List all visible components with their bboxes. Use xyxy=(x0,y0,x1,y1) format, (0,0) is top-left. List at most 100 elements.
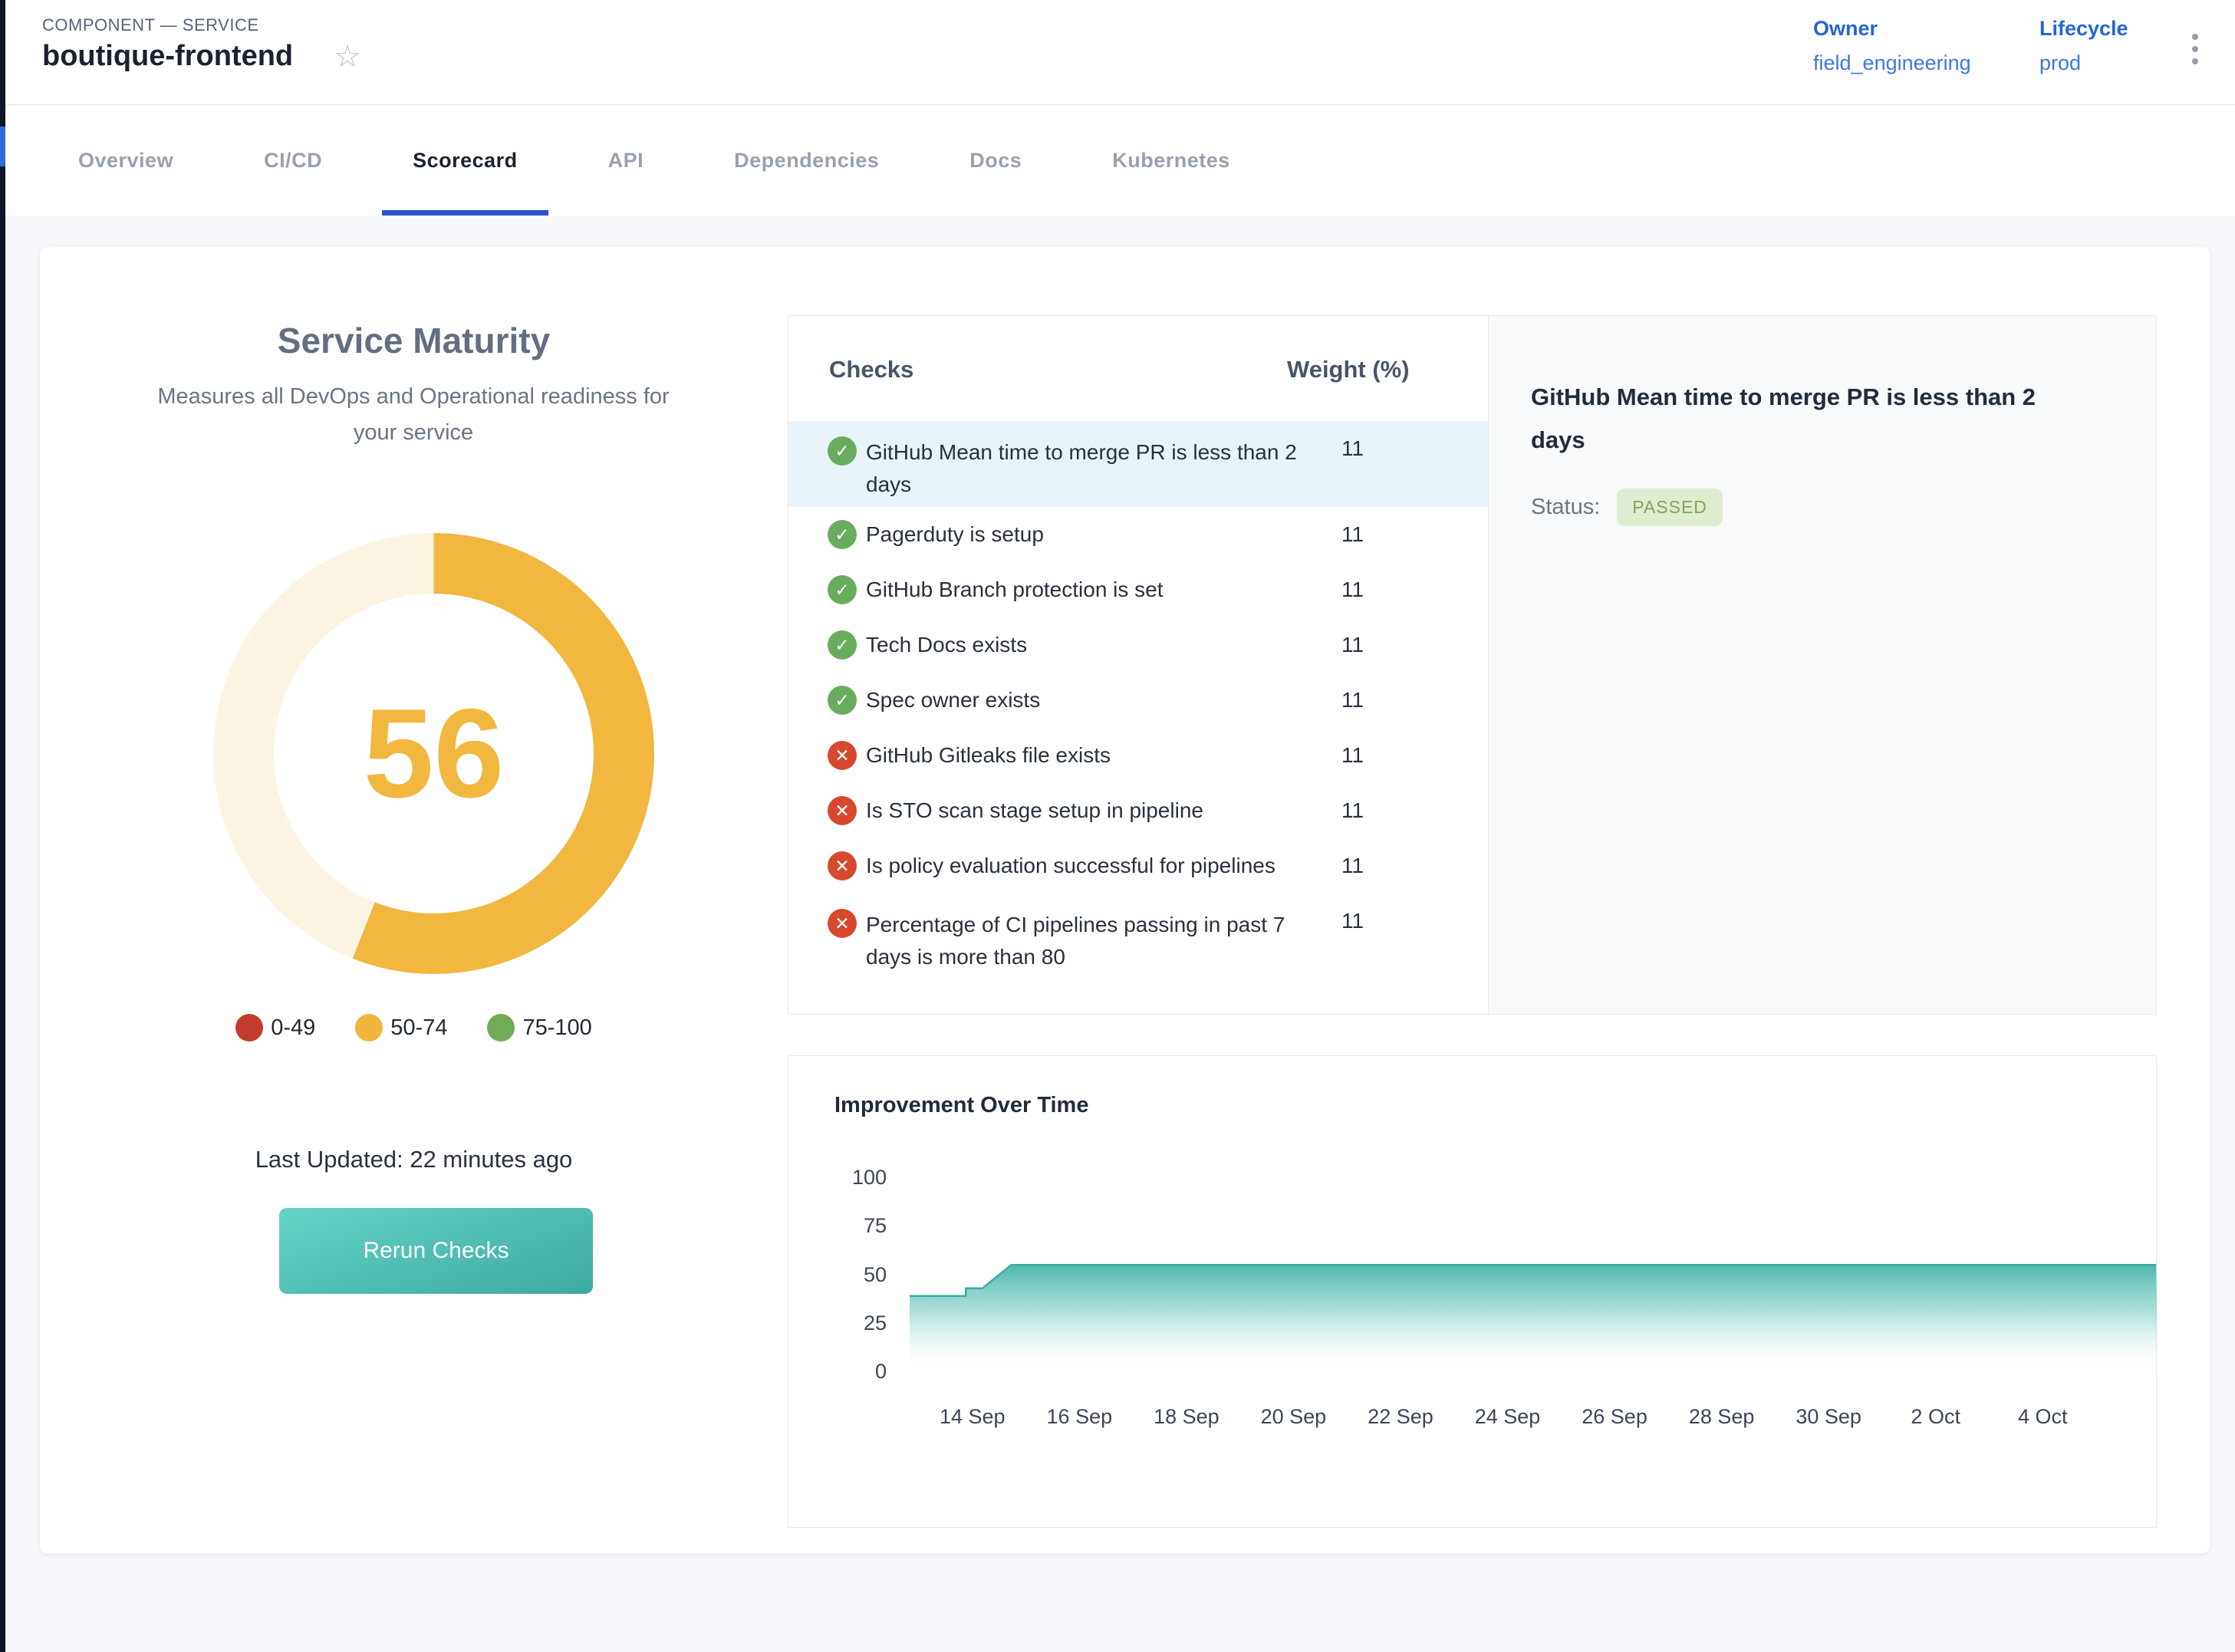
tab-scorecard[interactable]: Scorecard xyxy=(413,106,518,216)
check-row[interactable]: Is STO scan stage setup in pipeline 11 xyxy=(788,783,1488,838)
maturity-subtitle: Measures all DevOps and Operational read… xyxy=(133,379,693,451)
check-weight: 11 xyxy=(1341,798,1364,823)
check-label: Tech Docs exists xyxy=(866,629,1326,661)
check-weight: 11 xyxy=(1341,633,1364,657)
last-updated-text: Last Updated: 22 minutes ago xyxy=(40,1146,788,1173)
tab-bar: Overview CI/CD Scorecard API Dependencie… xyxy=(5,106,2235,216)
check-row[interactable]: Tech Docs exists 11 xyxy=(788,617,1488,673)
check-label: Spec owner exists xyxy=(866,684,1326,716)
maturity-donut-chart: 56 xyxy=(213,533,654,974)
check-status-icon xyxy=(828,851,857,880)
maturity-panel: Service Maturity Measures all DevOps and… xyxy=(40,247,788,1553)
x-tick-label: 20 Sep xyxy=(1240,1405,1348,1429)
tab-kubernetes[interactable]: Kubernetes xyxy=(1112,106,1230,216)
status-badge: PASSED xyxy=(1617,489,1723,526)
legend-item: 75-100 xyxy=(487,1014,591,1042)
check-status-icon xyxy=(828,520,857,549)
y-tick-label: 25 xyxy=(819,1311,887,1335)
check-weight: 11 xyxy=(1341,522,1364,547)
check-row[interactable]: Is policy evaluation successful for pipe… xyxy=(788,838,1488,893)
check-status-icon xyxy=(828,741,857,770)
owner-value-link[interactable]: field_engineering xyxy=(1813,51,2005,75)
breadcrumb: COMPONENT — SERVICE xyxy=(42,15,259,35)
x-tick-label: 18 Sep xyxy=(1133,1405,1240,1429)
scorecard-card: Service Maturity Measures all DevOps and… xyxy=(40,247,2210,1553)
legend-label: 50-74 xyxy=(390,1015,447,1041)
check-row[interactable]: GitHub Gitleaks file exists 11 xyxy=(788,728,1488,783)
legend-dot-icon xyxy=(235,1014,263,1042)
check-label: Is STO scan stage setup in pipeline xyxy=(866,795,1326,827)
check-row[interactable]: GitHub Mean time to merge PR is less tha… xyxy=(788,421,1488,507)
check-label: GitHub Mean time to merge PR is less tha… xyxy=(866,436,1326,501)
area-series xyxy=(910,1265,2158,1374)
check-status-icon xyxy=(828,630,857,660)
status-label: Status: xyxy=(1531,495,1600,520)
check-label: Pagerduty is setup xyxy=(866,518,1326,551)
y-tick-label: 100 xyxy=(819,1166,887,1190)
check-weight: 11 xyxy=(1341,436,1364,461)
lifecycle-label: Lifecycle xyxy=(2039,17,2170,41)
x-axis-ticks: 14 Sep 16 Sep 18 Sep 20 Sep 22 Sep 24 Se… xyxy=(919,1405,2096,1429)
lifecycle-block: Lifecycle prod xyxy=(2039,17,2170,75)
kebab-menu-icon[interactable] xyxy=(2187,29,2203,69)
check-label: Is policy evaluation successful for pipe… xyxy=(866,850,1326,882)
owner-label: Owner xyxy=(1813,17,2005,41)
x-tick-label: 4 Oct xyxy=(1989,1405,2096,1429)
check-status-icon xyxy=(828,909,857,938)
check-weight: 11 xyxy=(1341,688,1364,712)
check-row[interactable]: Percentage of CI pipelines passing in pa… xyxy=(788,893,1488,979)
area-chart xyxy=(910,1133,2158,1374)
check-weight: 11 xyxy=(1341,854,1364,878)
status-row: Status: PASSED xyxy=(1531,489,1723,526)
y-tick-label: 75 xyxy=(819,1214,887,1238)
x-tick-label: 26 Sep xyxy=(1561,1405,1668,1429)
donut-hole: 56 xyxy=(274,594,594,913)
x-tick-label: 22 Sep xyxy=(1347,1405,1454,1429)
y-tick-label: 0 xyxy=(819,1360,887,1384)
tab-dependencies[interactable]: Dependencies xyxy=(734,106,879,216)
checks-rows: GitHub Mean time to merge PR is less tha… xyxy=(788,421,1488,979)
owner-block: Owner field_engineering xyxy=(1813,17,2005,75)
check-label: Percentage of CI pipelines passing in pa… xyxy=(866,909,1326,973)
check-status-icon xyxy=(828,796,857,825)
check-row[interactable]: Pagerduty is setup 11 xyxy=(788,507,1488,562)
legend-label: 75-100 xyxy=(522,1015,591,1041)
favorite-star-icon[interactable]: ☆ xyxy=(334,41,361,72)
checks-column-header: Checks xyxy=(829,356,913,383)
y-tick-label: 50 xyxy=(819,1263,887,1287)
tab-overview[interactable]: Overview xyxy=(78,106,173,216)
checks-panel: Checks Weight (%) GitHub Mean time to me… xyxy=(788,315,2157,1015)
x-tick-label: 24 Sep xyxy=(1454,1405,1562,1429)
collapsed-sidenav xyxy=(0,0,5,1652)
weight-column-header: Weight (%) xyxy=(1287,356,1410,383)
chart-title: Improvement Over Time xyxy=(834,1093,1088,1118)
legend-dot-icon xyxy=(355,1014,383,1042)
x-tick-label: 14 Sep xyxy=(919,1405,1026,1429)
rerun-checks-button[interactable]: Rerun Checks xyxy=(279,1208,593,1294)
check-detail-panel: GitHub Mean time to merge PR is less tha… xyxy=(1489,316,2156,1014)
check-status-icon xyxy=(828,436,857,466)
check-row[interactable]: Spec owner exists 11 xyxy=(788,673,1488,728)
check-label: GitHub Branch protection is set xyxy=(866,574,1326,606)
x-tick-label: 2 Oct xyxy=(1882,1405,1990,1429)
tab-cicd[interactable]: CI/CD xyxy=(264,106,322,216)
check-row[interactable]: GitHub Branch protection is set 11 xyxy=(788,562,1488,617)
check-detail-title: GitHub Mean time to merge PR is less tha… xyxy=(1531,376,2091,462)
maturity-title: Service Maturity xyxy=(40,320,788,361)
checks-list: Checks Weight (%) GitHub Mean time to me… xyxy=(788,316,1489,1014)
page-title: boutique-frontend xyxy=(42,40,293,73)
check-status-icon xyxy=(828,686,857,715)
sidenav-active-indicator xyxy=(0,127,5,166)
maturity-score: 56 xyxy=(364,681,505,826)
page-header: COMPONENT — SERVICE boutique-frontend ☆ … xyxy=(5,0,2235,105)
check-weight: 11 xyxy=(1341,909,1364,933)
legend-item: 0-49 xyxy=(235,1014,315,1042)
score-legend: 0-49 50-74 75-100 xyxy=(40,1014,788,1042)
lifecycle-value: prod xyxy=(2039,51,2170,75)
content-area: Service Maturity Measures all DevOps and… xyxy=(5,216,2235,1652)
checks-table-header: Checks Weight (%) xyxy=(788,316,1488,421)
tab-api[interactable]: API xyxy=(608,106,644,216)
check-status-icon xyxy=(828,575,857,604)
tab-docs[interactable]: Docs xyxy=(969,106,1022,216)
legend-item: 50-74 xyxy=(355,1014,447,1042)
